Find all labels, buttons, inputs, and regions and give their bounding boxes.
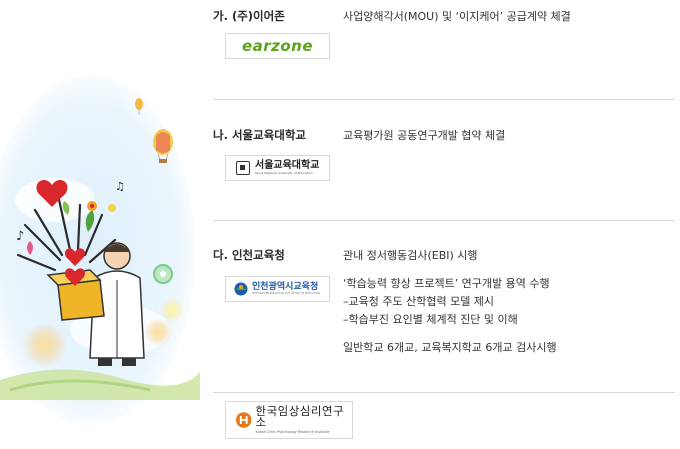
logo-subtext: Seoul National University of Education bbox=[255, 171, 313, 175]
logo-subtext: Korea Clinic Psychology Research Institu… bbox=[255, 429, 330, 434]
incheon-office-logo: 인천광역시교육청 INCHEON METROPOLITAN CITY OFFIC… bbox=[225, 276, 330, 302]
separator-line bbox=[213, 220, 675, 221]
logo-text: 한국임상심리연구소 bbox=[255, 403, 345, 430]
description-line: –교육청 주도 산학협력 모델 제시 bbox=[343, 295, 495, 308]
incheon-emblem-icon bbox=[234, 282, 248, 296]
partner-entry-kcpri: 한국임상심리연구소 Korea Clinic Psychology Resear… bbox=[213, 401, 675, 441]
partner-name: 나. 서울교육대학교 bbox=[213, 128, 307, 142]
partner-entry-seoul-univ: 나. 서울교육대학교 교육평가원 공동연구개발 협약 체결 서울교육대학교 Se… bbox=[213, 127, 675, 187]
earzone-logo: earzone bbox=[225, 33, 330, 59]
kcpri-logo: 한국임상심리연구소 Korea Clinic Psychology Resear… bbox=[225, 401, 353, 439]
description-line: 일반학교 6개교, 교육복지학교 6개교 검사시행 bbox=[343, 341, 557, 354]
separator-line bbox=[213, 392, 675, 393]
partner-description: 사업양해각서(MOU) 및 ‘이지케어’ 공급계약 체결 bbox=[343, 8, 571, 26]
description-line: 관내 정서행동검사(EBI) 시행 bbox=[343, 249, 478, 262]
description-line: –학습부진 요인별 체계적 진단 및 이해 bbox=[343, 313, 518, 326]
gift-box-illustration: ♪ ♫ bbox=[0, 75, 200, 425]
partner-name: 가. (주)이어존 bbox=[213, 9, 285, 23]
svg-text:♪: ♪ bbox=[16, 229, 24, 244]
partner-name: 다. 인천교육청 bbox=[213, 248, 285, 262]
description-line: 사업양해각서(MOU) 및 ‘이지케어’ 공급계약 체결 bbox=[343, 10, 571, 23]
partner-entry-earzone: 가. (주)이어존 사업양해각서(MOU) 및 ‘이지케어’ 공급계약 체결 e… bbox=[213, 8, 675, 68]
kcpri-emblem-icon bbox=[236, 412, 252, 428]
partner-entry-incheon: 다. 인천교육청 관내 정서행동검사(EBI) 시행 ‘학습능력 향상 프로젝트… bbox=[213, 247, 675, 367]
logo-text: 서울교육대학교 bbox=[255, 160, 320, 171]
emblem-icon bbox=[236, 161, 250, 175]
logo-subtext: INCHEON METROPOLITAN CITY OFFICE OF EDUC… bbox=[252, 291, 320, 295]
partner-description: 관내 정서행동검사(EBI) 시행 ‘학습능력 향상 프로젝트’ 연구개발 용역… bbox=[343, 247, 557, 357]
logo-text: 인천광역시교육청 bbox=[252, 281, 319, 292]
partner-description: 교육평가원 공동연구개발 협약 체결 bbox=[343, 127, 505, 145]
svg-text:♫: ♫ bbox=[115, 180, 125, 193]
seoul-univ-logo: 서울교육대학교 Seoul National University of Edu… bbox=[225, 155, 330, 181]
logo-text: earzone bbox=[241, 37, 314, 55]
description-line: ‘학습능력 향상 프로젝트’ 연구개발 용역 수행 bbox=[343, 277, 550, 290]
separator-line bbox=[213, 99, 675, 100]
description-line: 교육평가원 공동연구개발 협약 체결 bbox=[343, 129, 506, 142]
